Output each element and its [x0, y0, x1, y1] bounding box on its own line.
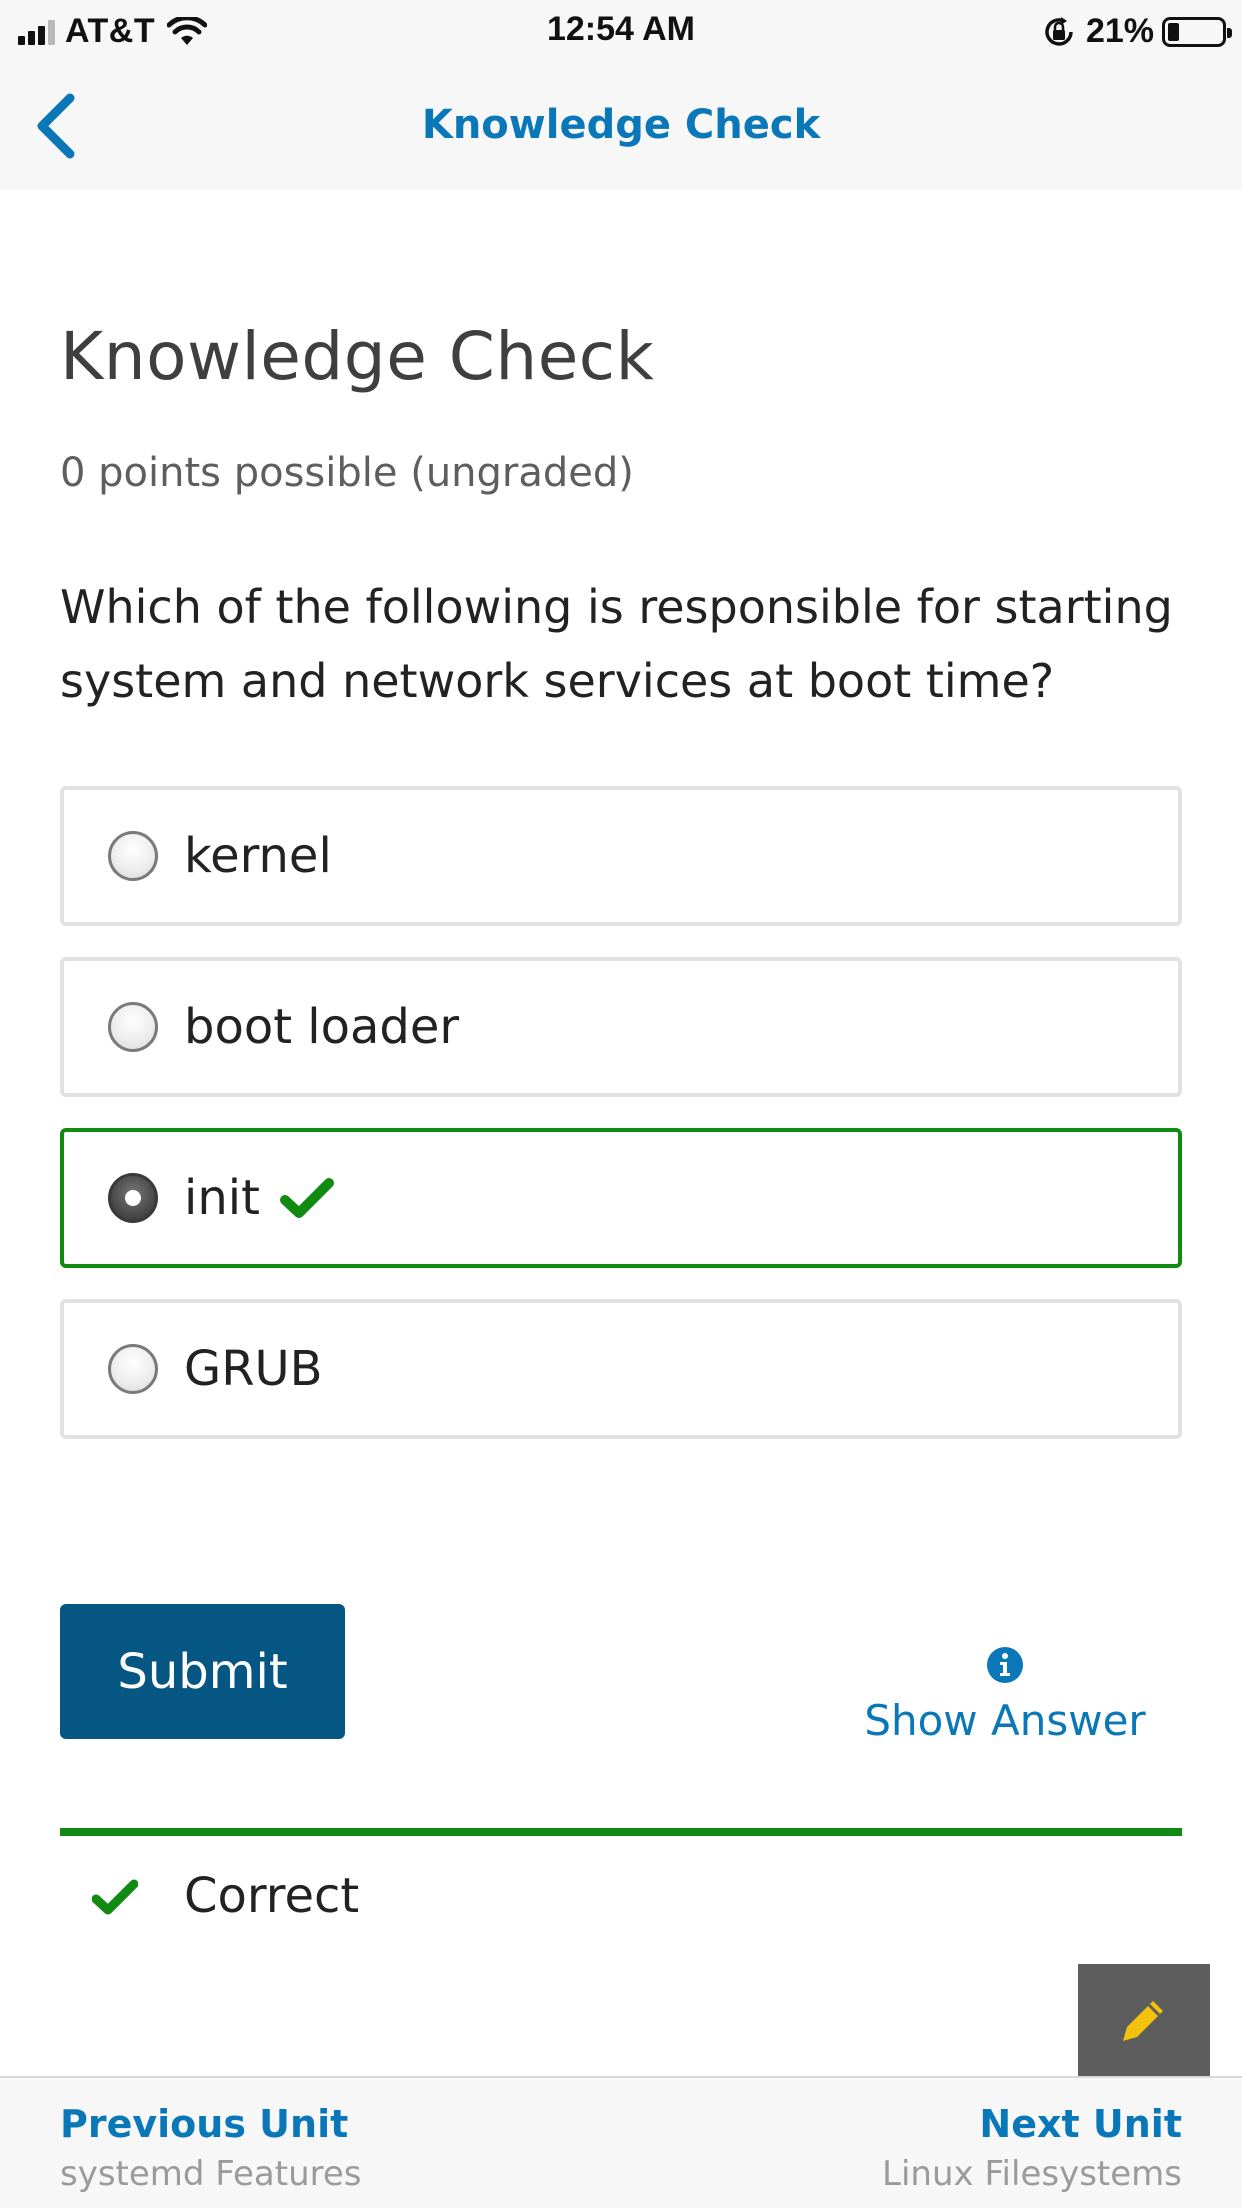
next-unit-link[interactable]: Next Unit Linux Filesystems: [882, 2102, 1182, 2194]
answer-option-init[interactable]: init: [60, 1128, 1182, 1268]
answer-option-kernel[interactable]: kernel: [60, 786, 1182, 926]
result-status: Correct: [184, 1868, 360, 1924]
previous-unit-title: systemd Features: [60, 2154, 362, 2194]
previous-unit-label: Previous Unit: [60, 2102, 349, 2146]
answer-option-grub[interactable]: GRUB: [60, 1299, 1182, 1439]
radio-button[interactable]: [108, 831, 158, 881]
info-icon: [987, 1647, 1023, 1683]
nav-title: Knowledge Check: [421, 102, 821, 148]
radio-button[interactable]: [108, 1344, 158, 1394]
orientation-lock-icon: [1045, 16, 1073, 46]
checkmark-icon: [279, 1178, 334, 1218]
bottom-navigation: Previous Unit systemd Features Next Unit…: [0, 2076, 1242, 2208]
previous-unit-link[interactable]: Previous Unit systemd Features: [60, 2102, 362, 2194]
page-title: Knowledge Check: [60, 318, 655, 395]
battery-icon: [1162, 16, 1232, 47]
result-divider: [60, 1828, 1182, 1836]
navigation-bar: Knowledge Check: [0, 62, 1242, 190]
radio-button-selected[interactable]: [108, 1173, 158, 1223]
battery-percent: 21%: [1085, 12, 1154, 50]
option-label: GRUB: [184, 1341, 323, 1397]
option-label: boot loader: [184, 999, 460, 1055]
next-unit-title: Linux Filesystems: [882, 2154, 1182, 2194]
show-answer-button[interactable]: Show Answer: [860, 1646, 1150, 1745]
edit-button[interactable]: [1078, 1964, 1210, 2076]
option-label: init: [184, 1170, 260, 1226]
battery-fill: [1168, 22, 1179, 41]
question-text: Which of the following is responsible fo…: [60, 580, 1173, 708]
status-bar: AT&T 12:54 AM 21%: [0, 0, 1242, 62]
points-possible: 0 points possible (ungraded): [60, 450, 634, 496]
submit-button[interactable]: Submit: [60, 1604, 345, 1739]
status-right: 21%: [1042, 12, 1232, 51]
show-answer-label: Show Answer: [864, 1696, 1146, 1745]
option-label: kernel: [184, 828, 332, 884]
radio-button[interactable]: [108, 1002, 158, 1052]
answer-option-boot-loader[interactable]: boot loader: [60, 957, 1182, 1097]
checkmark-icon: [92, 1879, 138, 1915]
pencil-icon: [1123, 2001, 1163, 2041]
next-unit-label: Next Unit: [979, 2102, 1182, 2146]
